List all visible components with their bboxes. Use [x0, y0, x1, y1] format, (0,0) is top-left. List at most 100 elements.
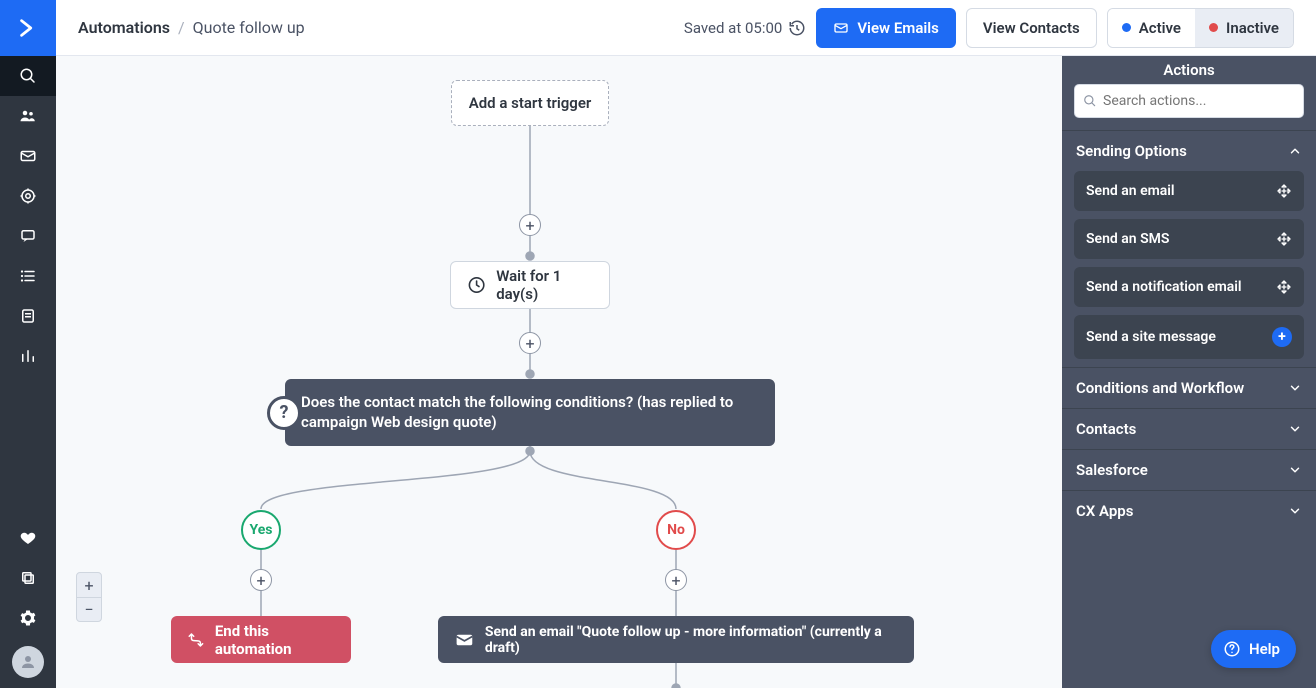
- search-icon: [1083, 94, 1097, 108]
- nav-reports[interactable]: [0, 336, 56, 376]
- panel-section-header[interactable]: Conditions and Workflow: [1062, 368, 1316, 408]
- end-automation-node[interactable]: End this automation: [171, 616, 351, 663]
- nav-conversations[interactable]: [0, 216, 56, 256]
- panel-section-title: Sending Options: [1076, 142, 1187, 160]
- nav-campaigns[interactable]: [0, 136, 56, 176]
- email-icon: [833, 20, 849, 36]
- history-icon[interactable]: [788, 19, 806, 37]
- action-item-label: Send a site message: [1086, 329, 1216, 345]
- panel-section: Conditions and Workflow: [1062, 367, 1316, 408]
- status-inactive[interactable]: Inactive: [1195, 9, 1293, 47]
- nav-lists[interactable]: [0, 256, 56, 296]
- panel-section-title: Conditions and Workflow: [1076, 379, 1244, 397]
- view-emails-label: View Emails: [857, 19, 939, 37]
- nav-favorites[interactable]: [0, 518, 56, 558]
- zoom-in-button[interactable]: +: [77, 573, 101, 597]
- chevron-up-icon: [1288, 144, 1302, 158]
- actions-search-input[interactable]: [1103, 93, 1295, 109]
- chevron-down-icon: [1288, 422, 1302, 436]
- panel-section: Contacts: [1062, 408, 1316, 449]
- zoom-controls: + −: [76, 572, 102, 622]
- breadcrumb-page: Quote follow up: [193, 18, 305, 37]
- panel-section: Sending OptionsSend an emailSend an SMSS…: [1062, 130, 1316, 367]
- actions-panel: Actions Sending OptionsSend an emailSend…: [1062, 56, 1316, 688]
- chevron-down-icon: [1288, 381, 1302, 395]
- panel-section-header[interactable]: Salesforce: [1062, 450, 1316, 490]
- help-button[interactable]: Help: [1211, 630, 1296, 668]
- zoom-out-button[interactable]: −: [77, 597, 101, 621]
- nav-settings[interactable]: [0, 598, 56, 638]
- status-active[interactable]: Active: [1108, 9, 1195, 47]
- action-item-label: Send a notification email: [1086, 279, 1242, 295]
- user-avatar[interactable]: [12, 646, 44, 678]
- condition-text: Does the contact match the following con…: [301, 393, 759, 432]
- add-step-button-no[interactable]: +: [665, 569, 687, 591]
- branch-yes[interactable]: Yes: [241, 510, 281, 550]
- add-step-button-1[interactable]: +: [519, 214, 541, 236]
- panel-section-items: Send an email Send an SMS Send a notificat…: [1062, 171, 1316, 367]
- status-toggle: Active Inactive: [1107, 8, 1294, 48]
- help-label: Help: [1249, 640, 1280, 658]
- wait-node[interactable]: Wait for 1 day(s): [450, 261, 610, 309]
- question-icon: ?: [267, 396, 301, 430]
- saved-text: Saved at 05:00: [684, 19, 782, 37]
- action-item[interactable]: Send an email: [1074, 171, 1304, 211]
- app-logo[interactable]: [0, 0, 56, 56]
- drag-handle-icon: [1276, 231, 1292, 247]
- branch-yes-label: Yes: [250, 522, 273, 538]
- end-automation-label: End this automation: [215, 622, 335, 658]
- nav-contacts[interactable]: [0, 96, 56, 136]
- panel-section-title: Contacts: [1076, 420, 1136, 438]
- panel-title: Actions: [1062, 56, 1316, 84]
- add-step-button-2[interactable]: +: [519, 332, 541, 354]
- email-icon: [454, 629, 475, 651]
- add-action-icon: +: [1272, 327, 1292, 347]
- help-icon: [1223, 640, 1241, 658]
- chevron-down-icon: [1288, 463, 1302, 477]
- start-trigger-node[interactable]: Add a start trigger: [451, 80, 609, 126]
- breadcrumb: Automations / Quote follow up: [78, 18, 305, 37]
- automation-canvas[interactable]: Add a start trigger + Wait for 1 day(s) …: [56, 56, 1062, 688]
- branch-no[interactable]: No: [656, 510, 696, 550]
- panel-section-header[interactable]: Contacts: [1062, 409, 1316, 449]
- actions-search[interactable]: [1074, 84, 1304, 118]
- nav-forms[interactable]: [0, 296, 56, 336]
- topbar: Automations / Quote follow up Saved at 0…: [56, 0, 1316, 56]
- panel-section-header[interactable]: Sending Options: [1062, 131, 1316, 171]
- panel-section-header[interactable]: CX Apps: [1062, 491, 1316, 531]
- action-item[interactable]: Send a site message +: [1074, 315, 1304, 359]
- saved-indicator: Saved at 05:00: [684, 19, 806, 37]
- action-item[interactable]: Send a notification email: [1074, 267, 1304, 307]
- start-trigger-label: Add a start trigger: [469, 94, 592, 112]
- wait-label: Wait for 1 day(s): [496, 267, 593, 303]
- add-step-button-yes[interactable]: +: [250, 569, 272, 591]
- send-email-node[interactable]: Send an email "Quote follow up - more in…: [438, 616, 914, 663]
- status-active-label: Active: [1139, 19, 1181, 37]
- arrow-merge-icon: [187, 630, 205, 650]
- nav-automations[interactable]: [0, 176, 56, 216]
- breadcrumb-root[interactable]: Automations: [78, 18, 170, 37]
- view-contacts-label: View Contacts: [983, 19, 1080, 37]
- clock-icon: [467, 274, 486, 296]
- chevron-down-icon: [1288, 504, 1302, 518]
- nav-copy[interactable]: [0, 558, 56, 598]
- action-item-label: Send an email: [1086, 183, 1175, 199]
- panel-section-title: Salesforce: [1076, 461, 1148, 479]
- view-contacts-button[interactable]: View Contacts: [966, 8, 1097, 48]
- action-item-label: Send an SMS: [1086, 231, 1169, 247]
- action-item[interactable]: Send an SMS: [1074, 219, 1304, 259]
- nav-search[interactable]: [0, 56, 56, 96]
- condition-node[interactable]: ? Does the contact match the following c…: [285, 379, 775, 446]
- status-inactive-label: Inactive: [1226, 19, 1279, 37]
- panel-section-title: CX Apps: [1076, 502, 1133, 520]
- panel-section: CX Apps: [1062, 490, 1316, 531]
- panel-section: Salesforce: [1062, 449, 1316, 490]
- drag-handle-icon: [1276, 279, 1292, 295]
- branch-no-label: No: [667, 522, 685, 538]
- view-emails-button[interactable]: View Emails: [816, 8, 956, 48]
- breadcrumb-sep: /: [178, 18, 185, 37]
- send-email-label: Send an email "Quote follow up - more in…: [485, 624, 898, 656]
- active-dot-icon: [1122, 23, 1131, 32]
- left-nav: [0, 0, 56, 688]
- drag-handle-icon: [1276, 183, 1292, 199]
